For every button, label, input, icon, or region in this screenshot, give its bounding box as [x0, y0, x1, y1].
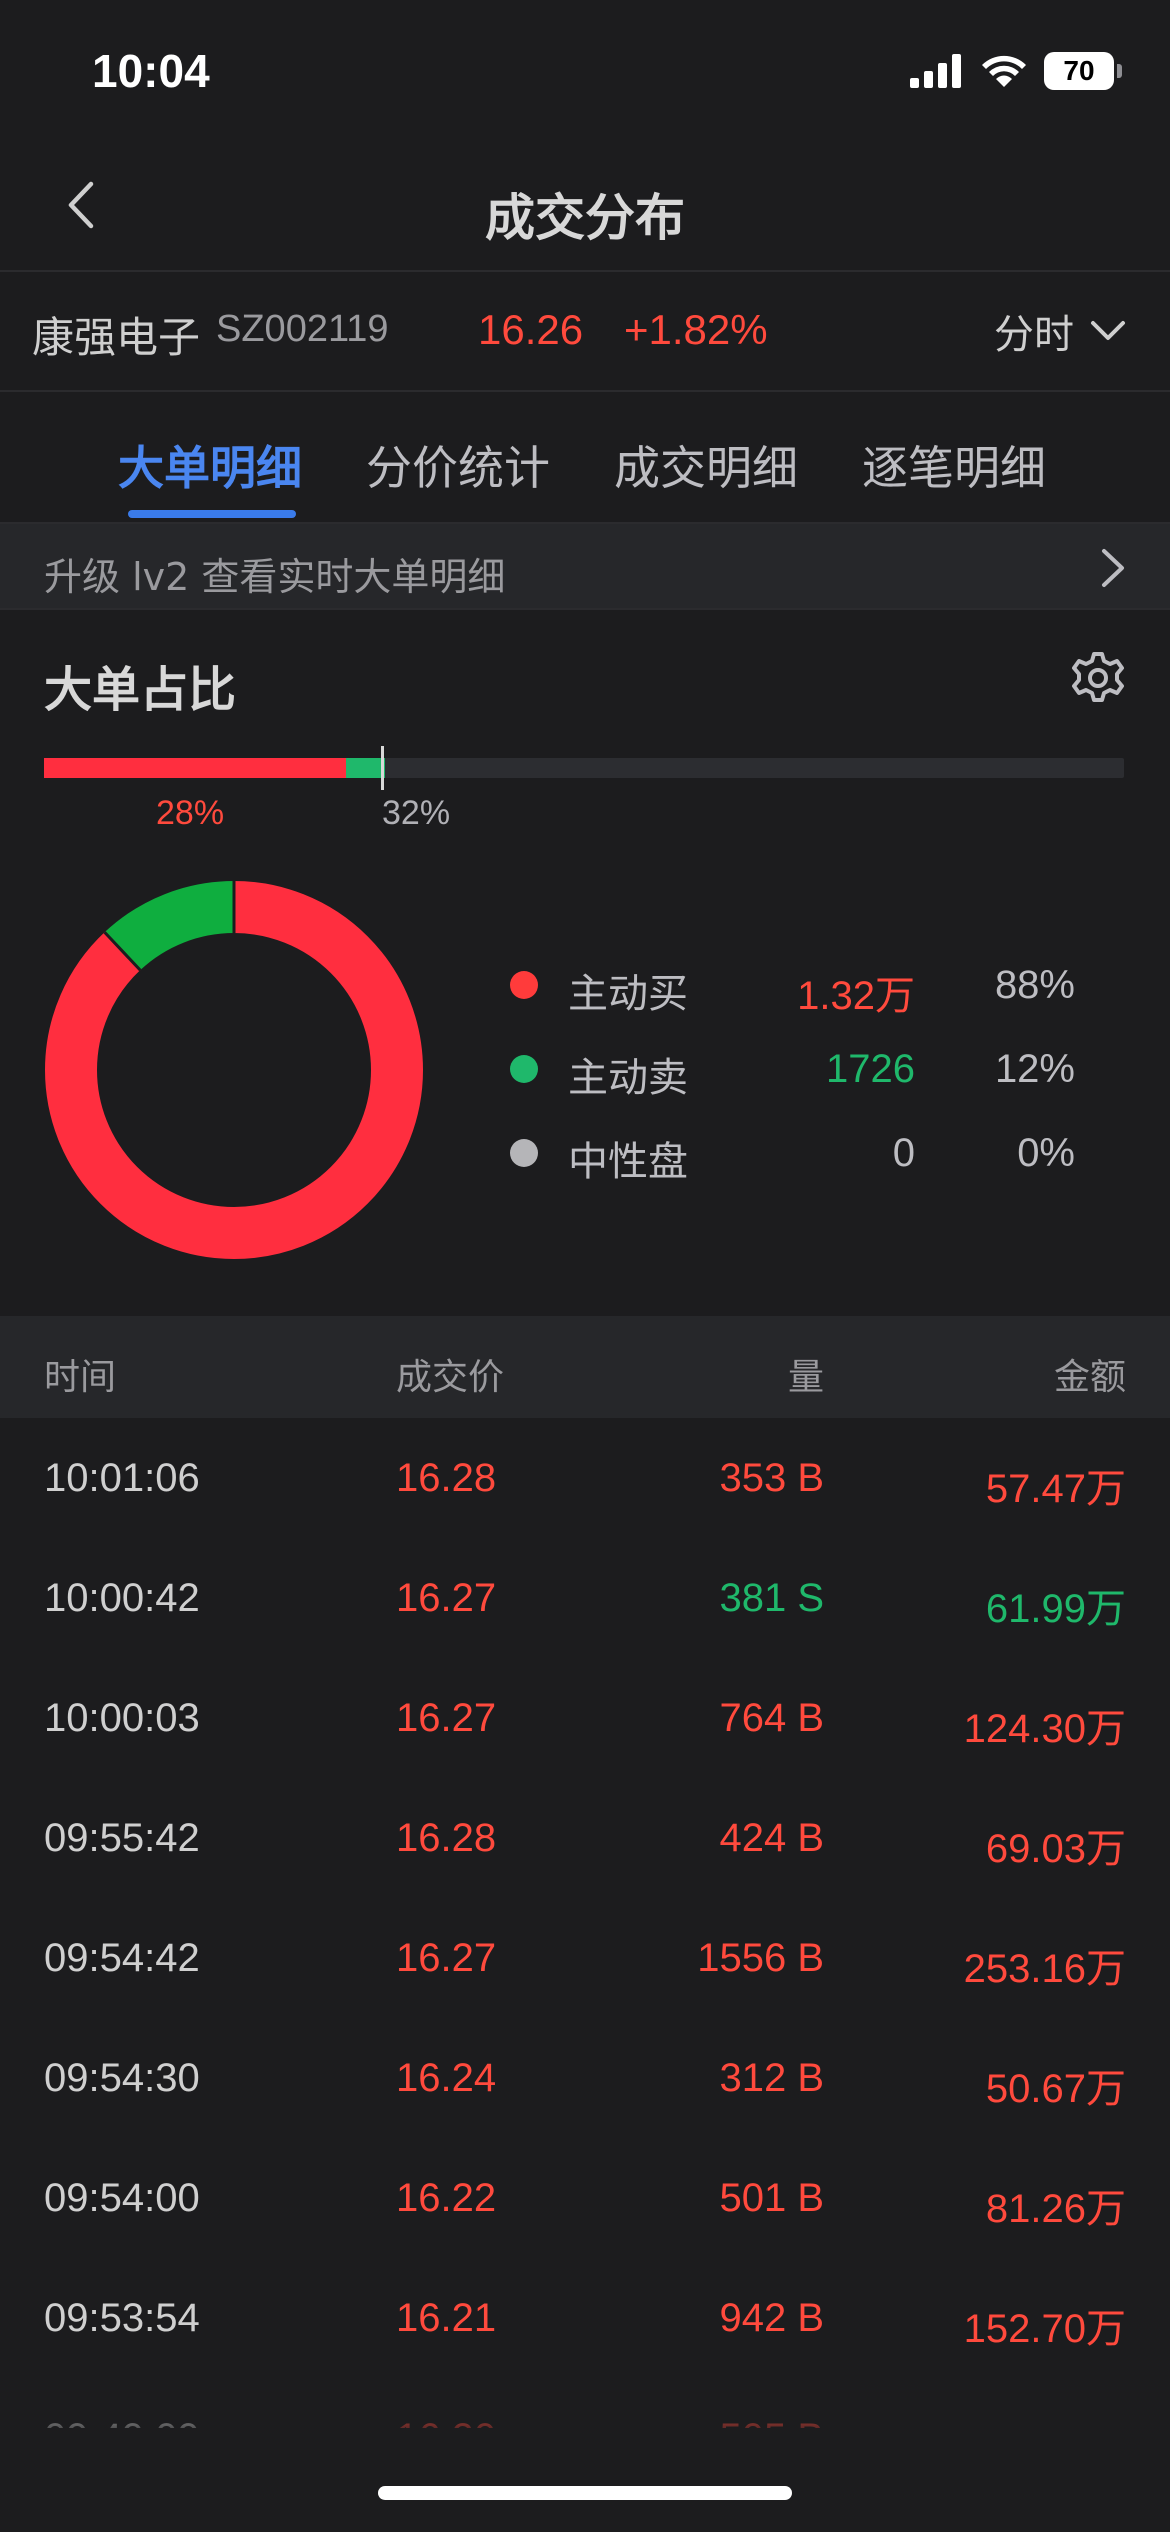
row-volume: 381 S — [719, 1576, 824, 1620]
row-amount: 57.47万 — [985, 1467, 1126, 1511]
status-time: 10:04 — [92, 45, 210, 97]
period-dropdown[interactable]: 分时 — [994, 302, 1126, 360]
status-icons: 70 — [910, 52, 1122, 90]
page-title: 成交分布 — [485, 189, 685, 247]
row-amount: 253.16万 — [963, 1947, 1126, 1991]
row-amount: 81.26万 — [985, 2187, 1126, 2231]
stock-price: 16.26 — [478, 306, 584, 353]
legend-count: 1.32万 — [797, 974, 915, 1018]
period-label: 分时 — [994, 312, 1074, 358]
row-volume: 312 B — [719, 2056, 824, 2100]
big-order-bar-sell — [346, 758, 386, 778]
row-time: 09:54:30 — [44, 2056, 200, 2100]
row-time: 09:55:42 — [44, 1816, 200, 1860]
table-row[interactable]: 10:01:06 16.28 353 B 57.47万 — [0, 1418, 1170, 1538]
tab-big-order-detail[interactable]: 大单明细 — [118, 432, 302, 498]
upgrade-banner[interactable]: 升级 lv2 查看实时大单明细 — [0, 522, 1170, 610]
status-bar: 10:04 70 — [0, 0, 1170, 140]
table-row[interactable]: 09:54:42 16.27 1556 B 253.16万 — [0, 1898, 1170, 2018]
legend-count: 1726 — [826, 1047, 915, 1091]
section-title: 大单占比 — [44, 662, 237, 718]
row-price: 16.22 — [396, 2176, 497, 2220]
table-row[interactable]: 09:55:42 16.28 424 B 69.03万 — [0, 1778, 1170, 1898]
upgrade-text: 升级 lv2 查看实时大单明细 — [44, 555, 506, 599]
table-row[interactable]: 09:54:00 16.22 501 B 81.26万 — [0, 2138, 1170, 2258]
row-time: 10:01:06 — [44, 1456, 200, 1500]
home-indicator[interactable] — [378, 2486, 792, 2500]
legend-count: 0 — [892, 1131, 915, 1175]
header-price: 成交价 — [396, 1357, 505, 1398]
row-volume: 942 B — [719, 2296, 824, 2340]
legend-dot-icon — [510, 1055, 538, 1083]
row-volume: 764 B — [719, 1696, 824, 1740]
table-row[interactable]: 09:53:54 16.21 942 B 152.70万 — [0, 2258, 1170, 2378]
row-volume: 501 B — [719, 2176, 824, 2220]
row-time: 09:54:42 — [44, 1936, 200, 1980]
chevron-right-icon — [1102, 549, 1124, 587]
cellular-signal-icon — [910, 54, 961, 88]
row-price: 16.27 — [396, 1696, 497, 1740]
table-row[interactable]: 10:00:03 16.27 764 B 124.30万 — [0, 1658, 1170, 1778]
row-amount: 69.03万 — [985, 1827, 1126, 1871]
tab-trade-detail[interactable]: 成交明细 — [614, 432, 798, 498]
donut-slice-buy — [45, 881, 423, 1259]
legend-row: 主动买 1.32万 88% — [510, 955, 1130, 1039]
legend-dot-icon — [510, 971, 538, 999]
big-order-bar-marker — [380, 746, 384, 790]
battery-icon: 70 — [1044, 52, 1122, 90]
big-order-donut-chart — [45, 881, 423, 1259]
legend-row: 主动卖 1726 12% — [510, 1039, 1130, 1123]
legend-percent: 88% — [994, 963, 1075, 1007]
donut-legend: 主动买 1.32万 88% 主动卖 1726 12% 中性盘 0 0% — [510, 955, 1130, 1207]
bar-buy-label: 28% — [156, 794, 225, 832]
row-amount: 152.70万 — [963, 2307, 1126, 2351]
row-amount: 50.67万 — [985, 2067, 1126, 2111]
legend-row: 中性盘 0 0% — [510, 1123, 1130, 1207]
active-tab-indicator — [128, 510, 296, 518]
bar-marker-label: 32% — [382, 794, 451, 832]
tab-bar: 大单明细 分价统计 成交明细 逐笔明细 — [0, 392, 1170, 522]
table-header: 时间 成交价 量 金额 — [0, 1316, 1170, 1418]
header-time: 时间 — [44, 1357, 117, 1398]
big-order-bar-buy — [44, 758, 347, 778]
legend-name: 主动卖 — [568, 1055, 688, 1101]
gear-icon[interactable] — [1070, 650, 1126, 706]
row-time: 10:00:03 — [44, 1696, 200, 1740]
legend-name: 主动买 — [568, 971, 688, 1017]
row-volume: 353 B — [719, 1456, 824, 1500]
legend-percent: 12% — [994, 1047, 1075, 1091]
stock-change: +1.82% — [624, 306, 768, 353]
row-price: 16.21 — [396, 2296, 497, 2340]
header-amount: 金额 — [1053, 1357, 1126, 1398]
row-time: 09:54:00 — [44, 2176, 200, 2220]
row-amount: 124.30万 — [963, 1707, 1126, 1751]
navigation-bar: 成交分布 — [0, 140, 1170, 270]
row-time: 10:00:42 — [44, 1576, 200, 1620]
trade-list[interactable]: 10:01:06 16.28 353 B 57.47万 10:00:42 16.27 381… — [0, 1418, 1170, 2428]
row-time: 09:53:54 — [44, 2296, 200, 2340]
battery-level: 70 — [1063, 55, 1095, 86]
row-volume: 424 B — [719, 1816, 824, 1860]
stock-name: 康强电子 — [32, 313, 201, 362]
row-price: 16.28 — [396, 1816, 497, 1860]
legend-percent: 0% — [1017, 1131, 1075, 1175]
chevron-down-icon — [1091, 321, 1125, 340]
table-row[interactable]: 09:54:30 16.24 312 B 50.67万 — [0, 2018, 1170, 2138]
stock-info-row: 康强电子 SZ002119 16.26 +1.82% 分时 — [0, 272, 1170, 390]
tab-price-statistics[interactable]: 分价统计 — [366, 432, 550, 498]
list-fade — [0, 2400, 1170, 2440]
row-price: 16.24 — [396, 2056, 497, 2100]
legend-dot-icon — [510, 1139, 538, 1167]
row-volume: 1556 B — [697, 1936, 824, 1980]
tab-tick-detail[interactable]: 逐笔明细 — [862, 432, 1046, 498]
legend-name: 中性盘 — [568, 1139, 688, 1185]
row-price: 16.28 — [396, 1456, 497, 1500]
row-price: 16.27 — [396, 1936, 497, 1980]
stock-code: SZ002119 — [216, 308, 389, 350]
table-row[interactable]: 10:00:42 16.27 381 S 61.99万 — [0, 1538, 1170, 1658]
row-price: 16.27 — [396, 1576, 497, 1620]
row-amount: 61.99万 — [985, 1587, 1126, 1631]
header-volume: 量 — [787, 1357, 824, 1398]
wifi-icon — [982, 55, 1026, 87]
